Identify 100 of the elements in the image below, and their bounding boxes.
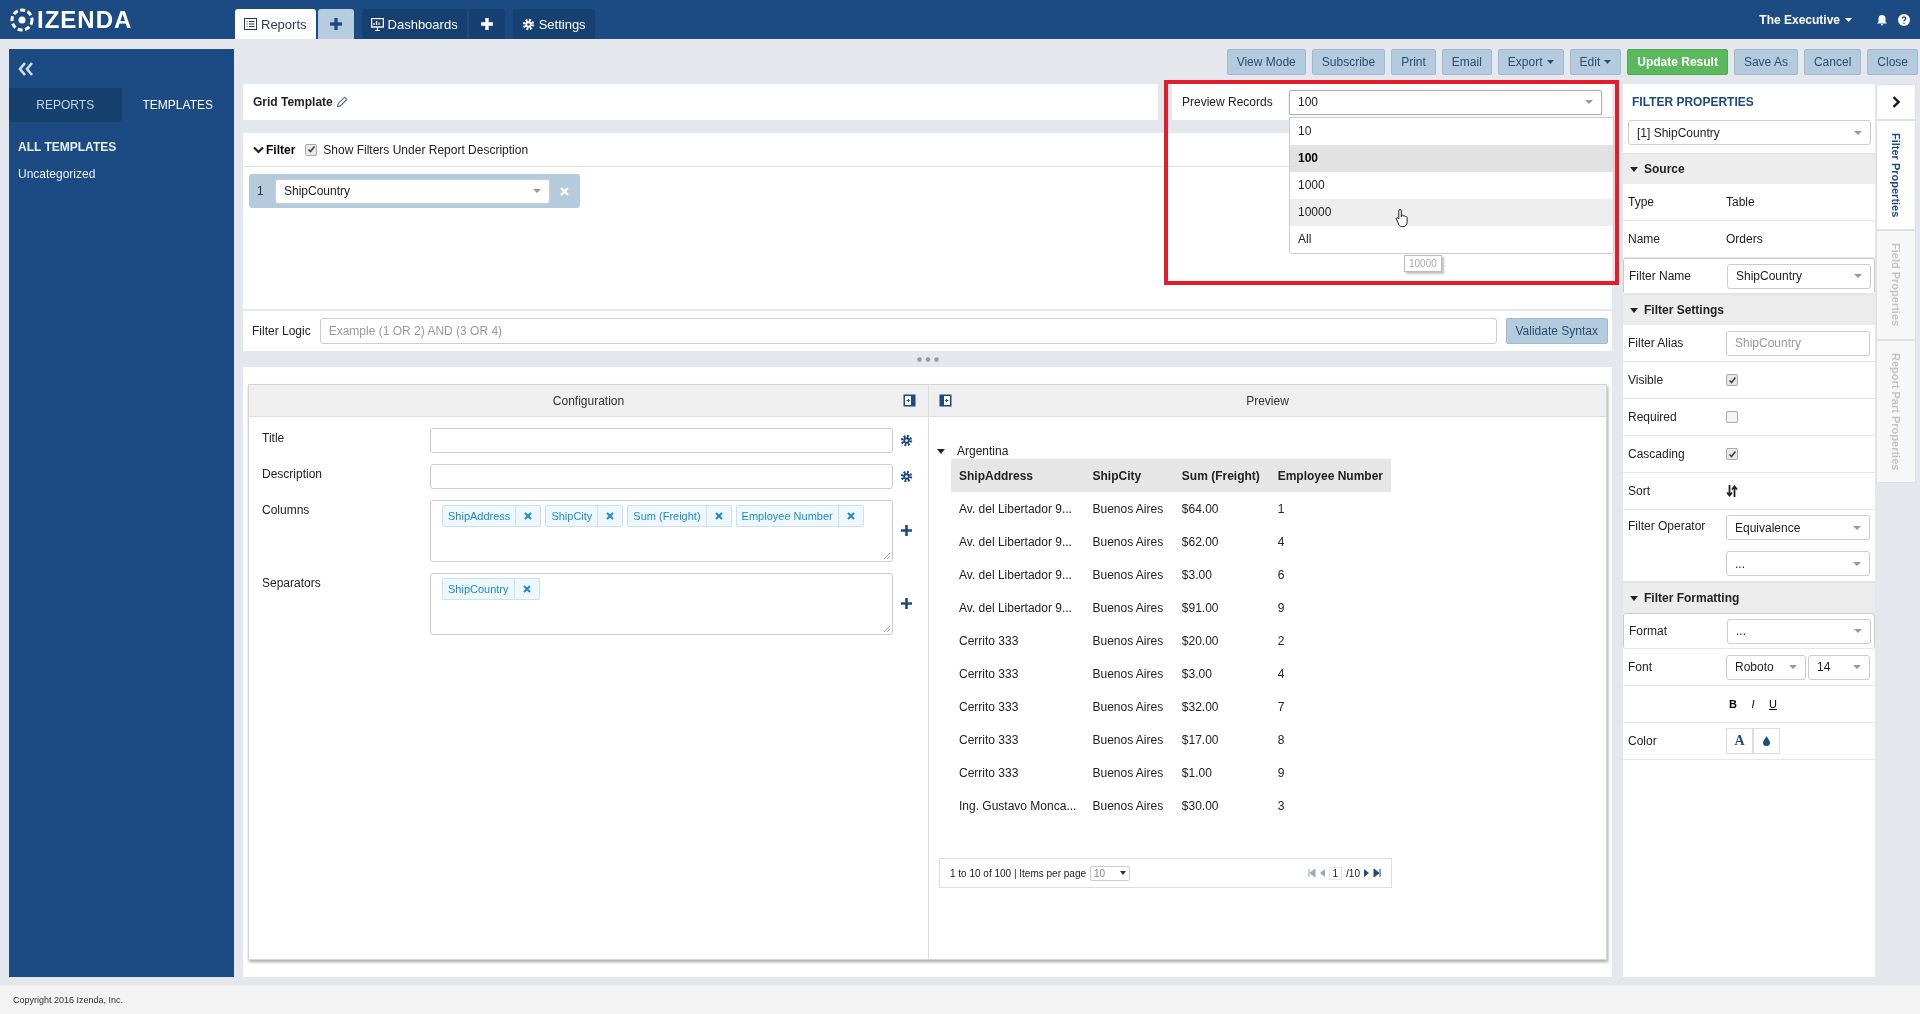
toolbar-button[interactable]: Print [1391, 49, 1436, 75]
toolbar-button[interactable]: View Mode [1226, 49, 1306, 75]
remove-icon[interactable] [846, 512, 855, 520]
validate-button[interactable]: Validate Syntax [1505, 318, 1608, 344]
table-cell-text: Av. del Libertador 9... [958, 599, 1073, 617]
caret-icon [1854, 130, 1862, 135]
dropdown-option[interactable]: All [1290, 226, 1613, 253]
dropdown-option[interactable]: 10000 [1290, 199, 1613, 226]
field-select[interactable]: ShipCountry [275, 178, 550, 204]
checkbox[interactable] [1726, 411, 1738, 423]
property-select[interactable]: Equivalence [1726, 515, 1870, 540]
section-header[interactable]: Filter Formatting [1623, 582, 1875, 613]
checkbox[interactable] [1726, 374, 1738, 386]
settings-icon[interactable] [900, 434, 913, 447]
collapse-panel-button[interactable] [1876, 84, 1916, 120]
field-chip[interactable]: Employee Number [735, 505, 864, 527]
property-select[interactable]: ... [1726, 551, 1870, 576]
input-field[interactable] [430, 464, 893, 489]
bell-icon[interactable] [1876, 13, 1888, 26]
input-field[interactable] [430, 428, 893, 453]
section-header[interactable]: Source [1623, 153, 1875, 184]
nav-tab[interactable]: Dashboards [361, 9, 467, 39]
table-cell-text: $30.00 [1180, 797, 1220, 815]
table-cell-text: Cerrito 333 [958, 731, 1020, 749]
field-chip[interactable]: ShipAddress [442, 505, 542, 527]
sort-icon[interactable] [1726, 485, 1738, 497]
remove-icon[interactable] [714, 512, 723, 520]
page-field[interactable]: 1 [1328, 866, 1343, 880]
sidebar-item[interactable]: ALL TEMPLATES [18, 140, 225, 154]
toolbar-button[interactable]: Cancel [1803, 49, 1862, 75]
property-select[interactable]: ShipCountry [1727, 263, 1871, 289]
table-cell-text: $1.00 [1180, 764, 1213, 782]
nav-tab[interactable]: Settings [512, 9, 595, 39]
table-cell-text: $3.00 [1180, 566, 1213, 584]
field-chip[interactable]: ShipCountry [442, 578, 540, 600]
table-cell-text: $32.00 [1180, 698, 1220, 716]
property-label: Color [1628, 734, 1658, 748]
toolbar-button[interactable]: Export [1497, 49, 1564, 75]
per-page-select[interactable]: 10 [1090, 865, 1131, 881]
side-tab[interactable]: Filter Properties [1876, 120, 1916, 231]
panel-title: FILTER PROPERTIES [1631, 94, 1755, 111]
add-button[interactable] [468, 9, 505, 39]
preview-records-select[interactable]: 100 [1289, 89, 1602, 115]
resize-grip-icon[interactable] [882, 624, 891, 633]
next-page-icon[interactable] [1364, 869, 1369, 877]
toolbar-button[interactable]: Save As [1733, 49, 1798, 75]
add-icon[interactable] [901, 598, 912, 609]
caret-icon[interactable] [937, 448, 945, 454]
table-cell-text: Cerrito 333 [958, 632, 1020, 650]
dropdown-option[interactable]: 1000 [1290, 172, 1613, 199]
column-header: Employee Number [1269, 459, 1391, 492]
toolbar-button[interactable]: Email [1441, 49, 1492, 75]
pencil-icon[interactable] [335, 96, 348, 108]
property-select[interactable]: 14 [1808, 654, 1870, 680]
toolbar-button[interactable]: Close [1867, 49, 1918, 75]
table-cell-text: Buenos Aires [1091, 665, 1165, 683]
remove-icon[interactable] [606, 512, 615, 520]
caret-icon [1630, 166, 1638, 172]
field-chip[interactable]: ShipCity [545, 505, 624, 527]
remove-icon[interactable] [524, 512, 533, 520]
style-button[interactable]: U [1766, 698, 1780, 710]
table-cell-text: Buenos Aires [1091, 797, 1165, 815]
sidebar-item[interactable]: Uncategorized [18, 167, 225, 181]
alias-field[interactable]: ShipCountry [1726, 330, 1870, 356]
table-cell-text: Buenos Aires [1091, 698, 1165, 716]
user-menu[interactable]: The Executive [1759, 12, 1852, 27]
collapse-icon[interactable] [18, 62, 34, 76]
fill-color-button[interactable] [1753, 728, 1780, 754]
add-icon[interactable] [901, 525, 912, 536]
chip-field[interactable]: ShipAddress ShipCity Sum (Freight) Employee Number [430, 500, 893, 562]
settings-icon[interactable] [900, 470, 913, 483]
filter-select[interactable]: [1] ShipCountry [1628, 120, 1871, 145]
dropdown-option[interactable]: 100 [1290, 145, 1613, 172]
filter-toggle[interactable]: Filter [253, 142, 296, 157]
filter-logic-field[interactable]: Example (1 OR 2) AND (3 OR 4) [319, 318, 1497, 344]
remove-icon[interactable] [522, 585, 531, 593]
checkbox[interactable] [1726, 448, 1738, 460]
field-chip[interactable]: Sum (Freight) [627, 505, 732, 527]
dropdown-option[interactable]: 10 [1290, 118, 1613, 145]
chip-field[interactable]: ShipCountry [430, 573, 893, 635]
resize-grip-icon[interactable] [882, 551, 891, 560]
checkbox[interactable] [305, 143, 318, 156]
expand-panel-icon[interactable] [939, 394, 952, 407]
text-color-button[interactable]: A [1726, 728, 1753, 754]
toolbar-button[interactable]: Edit [1569, 49, 1622, 75]
style-button[interactable]: B [1726, 698, 1740, 710]
property-select[interactable]: ... [1727, 618, 1871, 644]
drag-handle[interactable] [916, 357, 939, 362]
toolbar-button[interactable]: Subscribe [1311, 49, 1386, 75]
nav-tab[interactable]: Reports [235, 9, 316, 39]
collapse-panel-icon[interactable] [903, 394, 916, 407]
property-select[interactable]: Roboto [1726, 654, 1806, 680]
sidebar-tab[interactable]: REPORTS [9, 88, 122, 122]
last-page-icon[interactable] [1373, 869, 1381, 877]
style-button[interactable]: I [1746, 698, 1760, 710]
help-icon[interactable] [1898, 13, 1910, 26]
table-cell-text: Buenos Aires [1091, 566, 1165, 584]
section-header[interactable]: Filter Settings [1623, 294, 1875, 325]
column-header: ShipCity [1084, 459, 1174, 492]
add-button[interactable] [317, 9, 354, 39]
